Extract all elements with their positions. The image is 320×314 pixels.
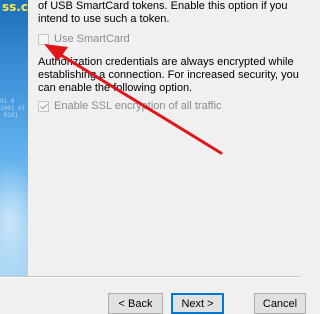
next-button[interactable]: Next > xyxy=(171,293,224,314)
footer-divider xyxy=(0,276,300,278)
smartcard-description: of USB SmartCard tokens. Enable this opt… xyxy=(38,0,288,25)
banner-glow xyxy=(0,160,28,276)
ssl-description: Authorization credentials are always enc… xyxy=(38,56,299,94)
back-button[interactable]: < Back xyxy=(108,293,163,314)
use-smartcard-checkbox-box[interactable] xyxy=(38,33,49,45)
enable-ssl-checkbox-box[interactable] xyxy=(38,100,49,112)
banner-binary-digits: 01 0 1001 01 0101 xyxy=(0,98,26,119)
enable-ssl-checkbox[interactable]: Enable SSL encryption of all traffic xyxy=(38,100,222,112)
banner-watermark: ss.cl xyxy=(2,0,28,14)
cancel-button[interactable]: Cancel xyxy=(254,293,306,314)
enable-ssl-label: Enable SSL encryption of all traffic xyxy=(54,100,222,112)
use-smartcard-checkbox[interactable]: Use SmartCard xyxy=(38,33,130,45)
use-smartcard-label: Use SmartCard xyxy=(54,33,130,45)
annotation-arrow-icon xyxy=(44,44,223,155)
side-banner: ss.cl 01 0 1001 01 0101 xyxy=(0,0,28,276)
